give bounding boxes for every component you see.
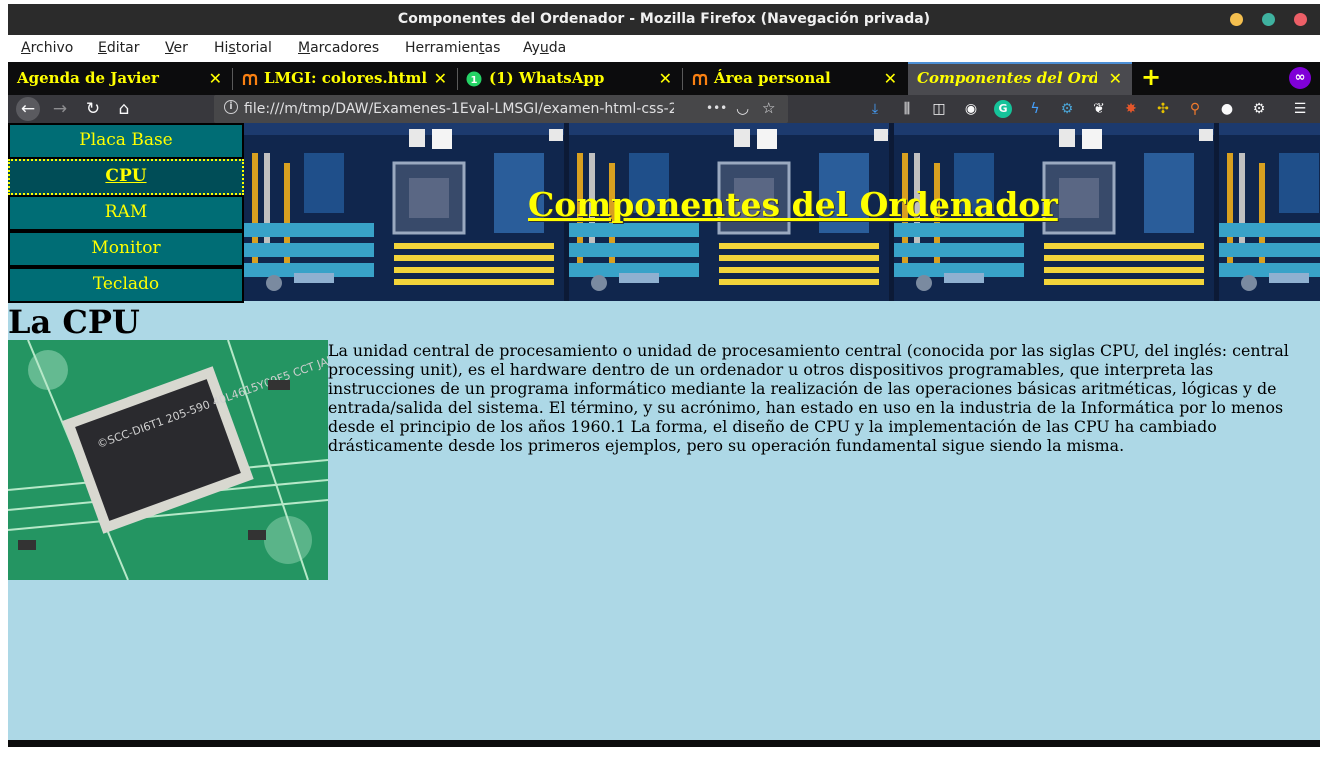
whatsapp-icon: 1 bbox=[466, 71, 482, 87]
menu-marcadores-label: arcadores bbox=[310, 40, 380, 56]
extension-ball-icon[interactable]: ● bbox=[1218, 100, 1236, 118]
menu-herramientas[interactable]: Herramientas bbox=[405, 40, 500, 56]
menu-historial-label: torial bbox=[235, 40, 272, 56]
cpu-image: ©SCC-DI6T1 205-590 40L4615Y09F5 CCT JAPA… bbox=[8, 340, 328, 580]
menu-ver[interactable]: Ver bbox=[165, 40, 188, 56]
menu-marcadores[interactable]: Marcadores bbox=[298, 40, 379, 56]
tab-close-icon[interactable]: ✕ bbox=[659, 62, 672, 95]
tab-strip: Agenda de Javier ✕ LMGI: colores.html ✕ … bbox=[8, 62, 1320, 95]
menu-archivo-label: rchivo bbox=[30, 40, 74, 56]
tab-componentes[interactable]: Componentes del Ordenador ✕ bbox=[908, 62, 1132, 95]
nav-item-ram[interactable]: RAM bbox=[8, 195, 244, 231]
library-icon[interactable]: ⫼ bbox=[898, 100, 916, 118]
tab-close-icon[interactable]: ✕ bbox=[884, 62, 897, 95]
window-bottom-border bbox=[8, 740, 1320, 747]
tab-close-icon[interactable]: ✕ bbox=[1109, 64, 1122, 95]
tab-label: (1) WhatsApp bbox=[489, 69, 605, 87]
url-input[interactable]: file:///m/tmp/DAW/Examenes-1Eval-LMSGI/e… bbox=[244, 101, 674, 117]
pocket-icon[interactable]: ◡ bbox=[736, 99, 749, 117]
minimize-button[interactable] bbox=[1230, 13, 1243, 26]
menu-ayuda-label: da bbox=[548, 40, 567, 56]
nav-item-monitor[interactable]: Monitor bbox=[8, 231, 244, 267]
browser-window: Componentes del Ordenador - Mozilla Fire… bbox=[8, 4, 1320, 747]
extension-settings-icon[interactable]: ⚙ bbox=[1250, 100, 1268, 118]
back-button[interactable]: ← bbox=[16, 97, 40, 121]
tab-area-personal[interactable]: Área personal ✕ bbox=[683, 62, 907, 95]
tab-close-icon[interactable]: ✕ bbox=[209, 62, 222, 95]
side-nav: Placa Base CPU RAM Monitor Teclado bbox=[8, 123, 246, 303]
extension-firebug-icon[interactable]: ✸ bbox=[1122, 100, 1140, 118]
menu-editar-label: ditar bbox=[106, 40, 140, 56]
cpu-chip-picture: ©SCC-DI6T1 205-590 40L4615Y09F5 CCT JAPA… bbox=[8, 340, 328, 580]
header-banner: Componentes del Ordenador bbox=[244, 123, 1320, 301]
menu-ayuda[interactable]: Ayuda bbox=[523, 40, 566, 56]
cpu-description: La unidad central de procesamiento o uni… bbox=[328, 341, 1289, 455]
menu-ayuda-prefix: Ay bbox=[523, 40, 540, 56]
home-button[interactable]: ⌂ bbox=[112, 97, 136, 121]
tab-colores[interactable]: LMGI: colores.html ✕ bbox=[233, 62, 457, 95]
page-title: Componentes del Ordenador bbox=[528, 185, 1058, 224]
nav-bar: ← → ↻ ⌂ i file:///m/tmp/DAW/Examenes-1Ev… bbox=[8, 95, 1320, 123]
sidebar-icon[interactable]: ◫ bbox=[930, 100, 948, 118]
menu-marcadores-mnemonic: M bbox=[298, 40, 311, 56]
menu-ayuda-mnemonic: u bbox=[539, 40, 549, 56]
downloads-icon[interactable]: ⤓ bbox=[866, 100, 884, 118]
tab-agenda[interactable]: Agenda de Javier ✕ bbox=[8, 62, 232, 95]
title-bar: Componentes del Ordenador - Mozilla Fire… bbox=[8, 4, 1320, 35]
menu-herramientas-label: as bbox=[484, 40, 501, 56]
tab-label: Componentes del Ordenador bbox=[917, 69, 1097, 87]
svg-text:1: 1 bbox=[471, 75, 478, 86]
extension-gnome-icon[interactable]: ❦ bbox=[1090, 100, 1108, 118]
menu-editar-mnemonic: E bbox=[98, 40, 107, 56]
menu-editar[interactable]: Editar bbox=[98, 40, 139, 56]
menu-historial-mnemonic: s bbox=[228, 40, 236, 56]
tab-label: Área personal bbox=[714, 69, 831, 87]
bookmark-star-icon[interactable]: ☆ bbox=[762, 99, 775, 117]
info-icon[interactable]: i bbox=[224, 100, 238, 114]
menu-historial[interactable]: Historial bbox=[214, 40, 272, 56]
nav-item-cpu[interactable]: CPU bbox=[8, 157, 246, 197]
extension-puzzle-icon[interactable]: ✣ bbox=[1154, 100, 1172, 118]
forward-button[interactable]: → bbox=[48, 97, 72, 121]
private-browsing-icon: ∞ bbox=[1289, 67, 1311, 89]
nav-item-teclado[interactable]: Teclado bbox=[8, 267, 244, 303]
page-actions-button[interactable]: ••• bbox=[706, 101, 727, 115]
url-bar[interactable]: i file:///m/tmp/DAW/Examenes-1Eval-LMSGI… bbox=[214, 95, 788, 123]
moodle-icon bbox=[242, 73, 258, 85]
maximize-button[interactable] bbox=[1262, 13, 1275, 26]
menu-archivo-mnemonic: A bbox=[21, 40, 31, 56]
section-heading: La CPU bbox=[8, 303, 140, 341]
extension-gear-icon[interactable]: ⚙ bbox=[1058, 100, 1076, 118]
page-content: Placa Base CPU RAM Monitor Teclado Compo… bbox=[8, 123, 1320, 741]
grammarly-icon[interactable]: G bbox=[994, 100, 1012, 118]
nav-item-placa-base[interactable]: Placa Base bbox=[8, 123, 244, 159]
close-window-button[interactable] bbox=[1294, 13, 1307, 26]
account-icon[interactable]: ◉ bbox=[962, 100, 980, 118]
menu-ver-mnemonic: V bbox=[165, 40, 174, 56]
menu-herramientas-prefix: Herramien bbox=[405, 40, 479, 56]
extension-pin-icon[interactable]: ⚲ bbox=[1186, 100, 1204, 118]
reload-button[interactable]: ↻ bbox=[81, 97, 105, 121]
tab-whatsapp[interactable]: 1 (1) WhatsApp ✕ bbox=[458, 62, 682, 95]
tab-label: Agenda de Javier bbox=[17, 69, 159, 87]
extension-bolt-icon[interactable]: ϟ bbox=[1026, 100, 1044, 118]
new-tab-button[interactable]: + bbox=[1141, 62, 1161, 93]
hamburger-menu-icon[interactable]: ☰ bbox=[1291, 100, 1309, 118]
menu-ver-label: er bbox=[173, 40, 188, 56]
menu-bar: Archivo Editar Ver Historial Marcadores … bbox=[8, 35, 1320, 62]
tab-label: LMGI: colores.html bbox=[264, 69, 428, 87]
menu-historial-prefix: Hi bbox=[214, 40, 229, 56]
menu-archivo[interactable]: Archivo bbox=[21, 40, 73, 56]
moodle-icon bbox=[692, 73, 708, 85]
window-title: Componentes del Ordenador - Mozilla Fire… bbox=[397, 11, 931, 27]
tab-close-icon[interactable]: ✕ bbox=[434, 62, 447, 95]
